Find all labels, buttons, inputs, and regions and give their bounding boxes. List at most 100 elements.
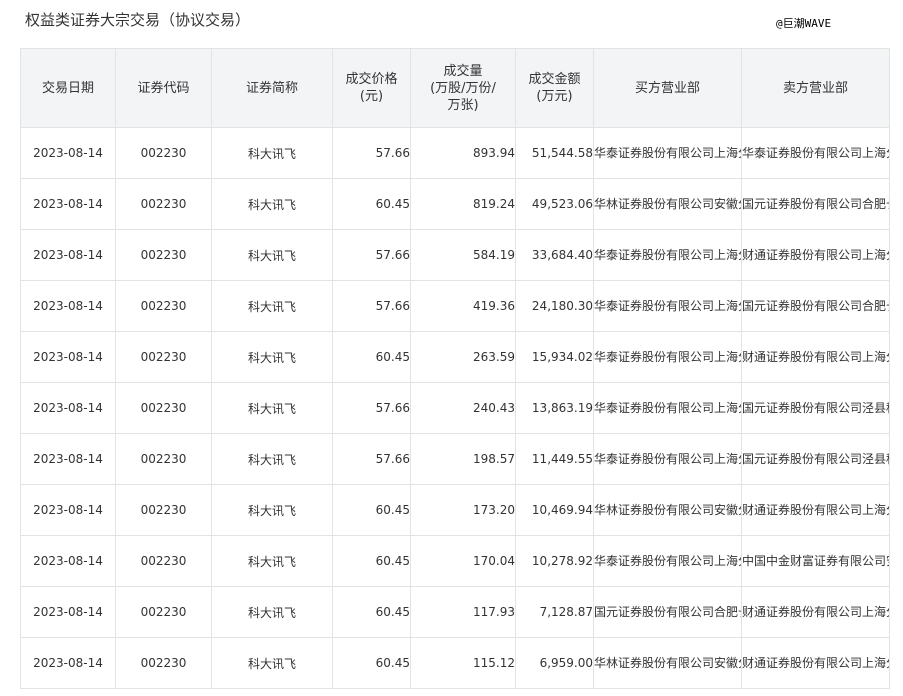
cell-trade-date: 2023-08-14 <box>20 280 116 332</box>
cell-volume: 173.20 <box>410 484 516 536</box>
cell-buyer-branch: 华泰证券股份有限公司上海分公司 <box>593 433 742 485</box>
cell-volume: 198.57 <box>410 433 516 485</box>
cell-seller-branch: 财通证券股份有限公司上海分公司 <box>741 484 890 536</box>
header-amount: 成交金额 (万元) <box>515 48 594 128</box>
cell-seller-branch: 国元证券股份有限公司泾县种墨园路证券营业部 <box>741 382 890 434</box>
cell-volume: 170.04 <box>410 535 516 587</box>
cell-trade-date: 2023-08-14 <box>20 382 116 434</box>
page-title: 权益类证券大宗交易（协议交易） <box>25 11 251 29</box>
cell-buyer-branch: 华泰证券股份有限公司上海分公司 <box>593 229 742 281</box>
cell-trade-date: 2023-08-14 <box>20 331 116 383</box>
table-row: 2023-08-14 002230 科大讯飞 57.66 893.94 51,544.58… <box>20 127 890 179</box>
header-security-name: 证券简称 <box>211 48 333 128</box>
cell-security-name: 科大讯飞 <box>211 280 333 332</box>
cell-volume: 419.36 <box>410 280 516 332</box>
header-volume: 成交量 (万股/万份/ 万张) <box>410 48 516 128</box>
cell-amount: 6,959.00 <box>515 637 594 689</box>
cell-buyer-branch: 华泰证券股份有限公司上海分公司 <box>593 535 742 587</box>
cell-buyer-branch: 华泰证券股份有限公司上海分公司 <box>593 382 742 434</box>
table-row: 2023-08-14 002230 科大讯飞 60.45 170.04 10,278.92… <box>20 535 890 587</box>
cell-security-code: 002230 <box>115 484 212 536</box>
cell-price: 60.45 <box>332 331 411 383</box>
cell-amount: 11,449.55 <box>515 433 594 485</box>
cell-buyer-branch: 华林证券股份有限公司安徽分公司 <box>593 484 742 536</box>
cell-price: 60.45 <box>332 484 411 536</box>
cell-security-name: 科大讯飞 <box>211 127 333 179</box>
cell-price: 60.45 <box>332 178 411 230</box>
cell-trade-date: 2023-08-14 <box>20 433 116 485</box>
cell-buyer-branch: 华林证券股份有限公司安徽分公司 <box>593 178 742 230</box>
cell-seller-branch: 华泰证券股份有限公司上海分公司 <box>741 127 890 179</box>
cell-price: 60.45 <box>332 637 411 689</box>
cell-security-name: 科大讯飞 <box>211 331 333 383</box>
cell-seller-branch: 国元证券股份有限公司泾县种墨园路证券营业部 <box>741 433 890 485</box>
header-trade-date: 交易日期 <box>20 48 116 128</box>
header-row: 交易日期 证券代码 证券简称 成交价格 (元) 成交量 (万股/万份/ 万张) … <box>20 48 890 128</box>
watermark-logo: @巨潮WAVE <box>776 17 832 30</box>
cell-security-name: 科大讯飞 <box>211 586 333 638</box>
cell-security-name: 科大讯飞 <box>211 433 333 485</box>
cell-price: 60.45 <box>332 535 411 587</box>
header-security-code: 证券代码 <box>115 48 212 128</box>
cell-seller-branch: 财通证券股份有限公司上海分公司 <box>741 331 890 383</box>
cell-price: 57.66 <box>332 229 411 281</box>
cell-security-code: 002230 <box>115 586 212 638</box>
block-trade-table: 交易日期 证券代码 证券简称 成交价格 (元) 成交量 (万股/万份/ 万张) … <box>20 48 890 689</box>
cell-buyer-branch: 华泰证券股份有限公司上海分公司 <box>593 331 742 383</box>
cell-price: 57.66 <box>332 127 411 179</box>
cell-security-name: 科大讯飞 <box>211 229 333 281</box>
cell-price: 57.66 <box>332 433 411 485</box>
cell-seller-branch: 财通证券股份有限公司上海分公司 <box>741 229 890 281</box>
cell-amount: 15,934.02 <box>515 331 594 383</box>
cell-volume: 115.12 <box>410 637 516 689</box>
cell-security-code: 002230 <box>115 637 212 689</box>
table-row: 2023-08-14 002230 科大讯飞 60.45 819.24 49,523.06… <box>20 178 890 230</box>
cell-security-code: 002230 <box>115 280 212 332</box>
cell-security-name: 科大讯飞 <box>211 535 333 587</box>
table-row: 2023-08-14 002230 科大讯飞 60.45 117.93 7,128.87 国… <box>20 586 890 638</box>
cell-amount: 13,863.19 <box>515 382 594 434</box>
cell-seller-branch: 中国中金财富证券有限公司安徽分公司 <box>741 535 890 587</box>
table-row: 2023-08-14 002230 科大讯飞 57.66 240.43 13,863.19… <box>20 382 890 434</box>
cell-amount: 7,128.87 <box>515 586 594 638</box>
cell-security-code: 002230 <box>115 229 212 281</box>
header-buyer-branch: 买方营业部 <box>593 48 742 128</box>
cell-amount: 33,684.40 <box>515 229 594 281</box>
cell-security-code: 002230 <box>115 535 212 587</box>
cell-seller-branch: 财通证券股份有限公司上海分公司 <box>741 637 890 689</box>
cell-amount: 10,469.94 <box>515 484 594 536</box>
cell-security-code: 002230 <box>115 331 212 383</box>
table-row: 2023-08-14 002230 科大讯飞 57.66 419.36 24,180.30… <box>20 280 890 332</box>
cell-amount: 49,523.06 <box>515 178 594 230</box>
cell-seller-branch: 国元证券股份有限公司合肥长江路证券营业部 <box>741 178 890 230</box>
cell-buyer-branch: 华泰证券股份有限公司上海分公司 <box>593 280 742 332</box>
cell-buyer-branch: 国元证券股份有限公司合肥长江路证券营业部 <box>593 586 742 638</box>
cell-price: 57.66 <box>332 280 411 332</box>
cell-trade-date: 2023-08-14 <box>20 178 116 230</box>
table-row: 2023-08-14 002230 科大讯飞 60.45 173.20 10,469.94… <box>20 484 890 536</box>
table-row: 2023-08-14 002230 科大讯飞 60.45 115.12 6,959.00 华… <box>20 637 890 689</box>
cell-trade-date: 2023-08-14 <box>20 484 116 536</box>
cell-volume: 893.94 <box>410 127 516 179</box>
cell-price: 60.45 <box>332 586 411 638</box>
cell-seller-branch: 国元证券股份有限公司合肥长江路证券营业部 <box>741 280 890 332</box>
cell-volume: 117.93 <box>410 586 516 638</box>
table-row: 2023-08-14 002230 科大讯飞 57.66 584.19 33,684.40… <box>20 229 890 281</box>
table-body: 2023-08-14 002230 科大讯飞 57.66 893.94 51,544.58… <box>20 127 890 689</box>
cell-trade-date: 2023-08-14 <box>20 637 116 689</box>
cell-volume: 263.59 <box>410 331 516 383</box>
cell-trade-date: 2023-08-14 <box>20 127 116 179</box>
table-row: 2023-08-14 002230 科大讯飞 60.45 263.59 15,934.02… <box>20 331 890 383</box>
cell-security-code: 002230 <box>115 178 212 230</box>
cell-security-code: 002230 <box>115 382 212 434</box>
cell-trade-date: 2023-08-14 <box>20 229 116 281</box>
cell-security-name: 科大讯飞 <box>211 484 333 536</box>
cell-volume: 240.43 <box>410 382 516 434</box>
cell-buyer-branch: 华泰证券股份有限公司上海分公司 <box>593 127 742 179</box>
cell-security-code: 002230 <box>115 433 212 485</box>
header-price: 成交价格 (元) <box>332 48 411 128</box>
cell-volume: 584.19 <box>410 229 516 281</box>
cell-trade-date: 2023-08-14 <box>20 586 116 638</box>
cell-seller-branch: 财通证券股份有限公司上海分公司 <box>741 586 890 638</box>
cell-buyer-branch: 华林证券股份有限公司安徽分公司 <box>593 637 742 689</box>
